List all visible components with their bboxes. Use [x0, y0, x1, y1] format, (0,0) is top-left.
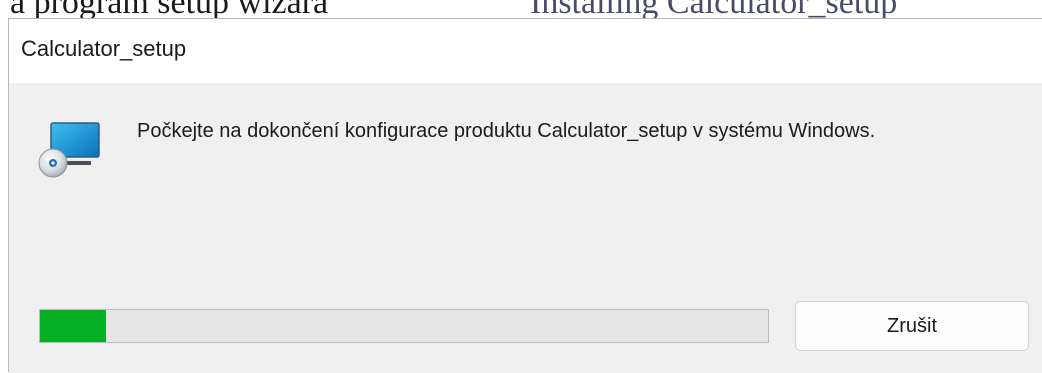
setup-dialog: Calculator_setup Počkejte na dokončení k…	[8, 18, 1042, 373]
cancel-button[interactable]: Zrušit	[795, 301, 1029, 351]
status-message: Počkejte na dokončení konfigurace produk…	[137, 120, 876, 142]
background-text-left: a program setup wizara	[10, 0, 329, 20]
progress-bar-fill	[40, 310, 106, 342]
background-window-strip: a program setup wizara Installing Calcul…	[0, 0, 1042, 20]
title-bar[interactable]: Calculator_setup	[9, 19, 1042, 83]
progress-bar	[39, 309, 769, 343]
background-text-right: Installing Calculator_setup	[530, 0, 898, 20]
window-title: Calculator_setup	[21, 36, 187, 61]
dialog-content: Počkejte na dokončení konfigurace produk…	[9, 83, 1042, 373]
installer-monitor-disc-icon	[37, 117, 101, 181]
